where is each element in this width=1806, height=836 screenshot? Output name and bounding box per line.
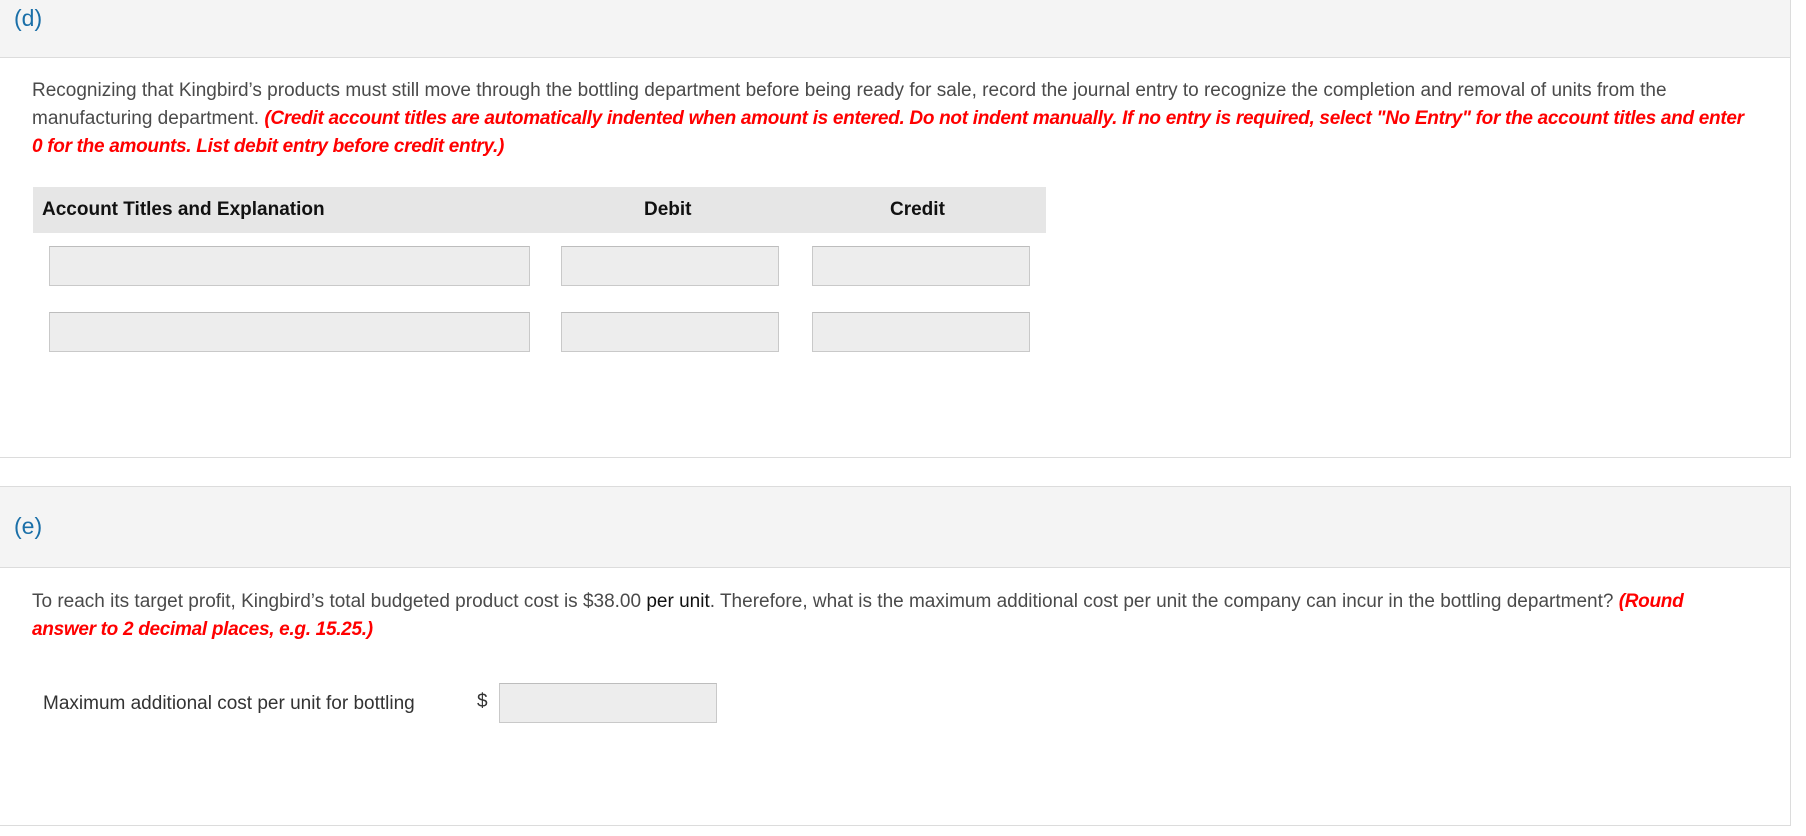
header-debit: Debit — [644, 199, 692, 220]
part-d-prompt: Recognizing that Kingbird’s products mus… — [32, 77, 1750, 161]
dollar-sign: $ — [477, 691, 488, 712]
journal-table-header: Account Titles and Explanation Debit Cre… — [33, 187, 1046, 233]
header-account-titles: Account Titles and Explanation — [42, 199, 325, 220]
row-1-credit-field[interactable] — [812, 246, 1030, 286]
row-2-debit-field[interactable] — [561, 312, 779, 352]
row-1-debit-field[interactable] — [561, 246, 779, 286]
part-d-label: (d) — [14, 5, 43, 31]
part-e-header: (e) — [0, 487, 1790, 568]
part-e-prompt-text-1: To reach its target profit, Kingbird’s t… — [32, 591, 647, 612]
row-2-account-field[interactable] — [49, 312, 530, 352]
part-d-header: (d) — [0, 0, 1790, 58]
part-e-prompt-text-2: . Therefore, what is the maximum additio… — [709, 591, 1619, 612]
part-d-panel: (d) Recognizing that Kingbird’s products… — [0, 0, 1791, 458]
part-e-panel: (e) To reach its target profit, Kingbird… — [0, 486, 1791, 826]
part-e-prompt-emphasis: per unit — [646, 591, 710, 612]
max-cost-input[interactable] — [499, 683, 717, 723]
part-e-prompt: To reach its target profit, Kingbird’s t… — [32, 588, 1750, 644]
max-cost-label: Maximum additional cost per unit for bot… — [43, 693, 415, 714]
part-d-instruction: (Credit account titles are automatically… — [32, 108, 1744, 157]
row-1-account-field[interactable] — [49, 246, 530, 286]
header-credit: Credit — [890, 199, 945, 220]
part-e-label: (e) — [14, 513, 43, 539]
row-2-credit-field[interactable] — [812, 312, 1030, 352]
journal-table: Account Titles and Explanation Debit Cre… — [33, 187, 1046, 352]
